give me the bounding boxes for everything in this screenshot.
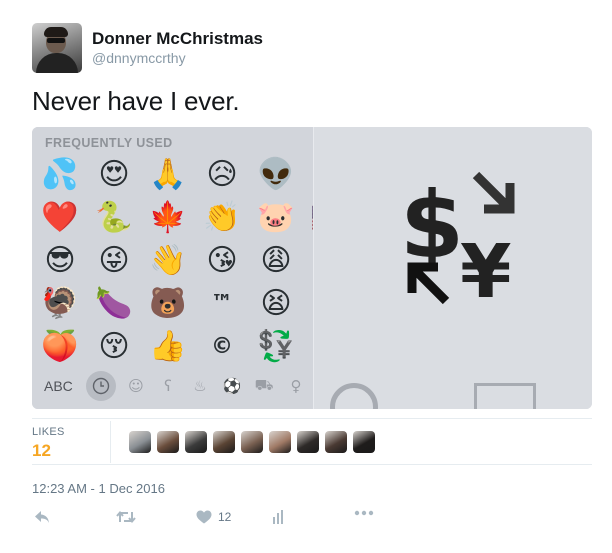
emoji-key: 🍆 xyxy=(95,286,133,321)
analytics-button[interactable] xyxy=(272,510,286,524)
emoji-key: ™ xyxy=(211,291,233,316)
zoomed-emoji-panel: $ ¥ xyxy=(313,127,592,409)
likes-count[interactable]: 12 xyxy=(32,441,51,461)
reply-button[interactable] xyxy=(34,510,50,524)
emoji-key: 🐍 xyxy=(95,200,133,235)
emoji-key: 😫 xyxy=(260,286,292,321)
liker-avatar[interactable] xyxy=(269,431,291,453)
avatar[interactable] xyxy=(32,23,82,73)
emoji-key: 😩 xyxy=(260,243,292,278)
clock-icon xyxy=(86,371,116,401)
user-names: Donner McChristmas @dnnymccrthy xyxy=(92,29,263,67)
likes-label[interactable]: LIKES xyxy=(32,426,65,438)
emoji-key: 🙏 xyxy=(149,157,187,192)
emoji-key: 🍁 xyxy=(149,200,187,235)
liker-avatar[interactable] xyxy=(157,431,179,453)
emoji-key: 😥 xyxy=(206,157,238,192)
bulb-icon: ♀ xyxy=(290,377,302,395)
user-handle[interactable]: @dnnymccrthy xyxy=(92,49,263,67)
emoji-key: 💦 xyxy=(41,157,79,192)
emoji-key: 😜 xyxy=(98,243,130,278)
liker-avatar[interactable] xyxy=(297,431,319,453)
divider xyxy=(32,418,592,419)
liker-avatar[interactable] xyxy=(213,431,235,453)
tweet-header: Donner McChristmas @dnnymccrthy xyxy=(32,22,263,74)
liker-avatar[interactable] xyxy=(353,431,375,453)
retweet-button[interactable] xyxy=(116,510,136,524)
liker-avatar[interactable] xyxy=(241,431,263,453)
stats-divider xyxy=(110,421,111,463)
liker-avatar[interactable] xyxy=(325,431,347,453)
tweet-actions: 12 xyxy=(32,506,592,536)
building-icon xyxy=(474,383,536,409)
emoji-key: 🐻 xyxy=(149,286,187,321)
smiley-icon: ☺ xyxy=(128,377,144,395)
emoji-key: 😘 xyxy=(206,243,238,278)
analytics-icon xyxy=(273,510,283,524)
tweet-media[interactable]: FREQUENTLY USED 💦😍🙏😥👽😛❤️🐍🍁👏🐷🇺🇸😎😜👋😘😩🚬🦃🍆🐻™… xyxy=(32,127,592,409)
more-icon xyxy=(354,510,374,516)
heart-icon xyxy=(196,510,212,524)
liker-avatars xyxy=(129,431,381,453)
svg-text:¥: ¥ xyxy=(460,229,512,309)
emoji-key: 🦃 xyxy=(41,286,79,321)
emoji-key: 👋 xyxy=(149,243,187,278)
emoji-key: 💱 xyxy=(257,329,295,364)
tweet-text: Never have I ever. xyxy=(32,86,240,116)
liker-avatar[interactable] xyxy=(129,431,151,453)
emoji-key: 👍 xyxy=(149,329,187,364)
emoji-keyboard: FREQUENTLY USED 💦😍🙏😥👽😛❤️🐍🍁👏🐷🇺🇸😎😜👋😘😩🚬🦃🍆🐻™… xyxy=(32,127,349,409)
currency-exchange-icon: $ ¥ xyxy=(400,171,515,309)
emoji-key: 😎 xyxy=(44,243,76,278)
display-name[interactable]: Donner McChristmas xyxy=(92,29,263,49)
like-button[interactable]: 12 xyxy=(196,510,231,524)
emoji-key: © xyxy=(211,334,233,359)
emoji-key: 😚 xyxy=(98,329,130,364)
emoji-key: 👏 xyxy=(203,200,241,235)
divider xyxy=(32,464,592,465)
emoji-key: 😍 xyxy=(98,157,130,192)
ball-icon: ⚽ xyxy=(222,377,242,395)
keyboard-section-title: FREQUENTLY USED xyxy=(45,136,173,150)
emoji-key: 👽 xyxy=(257,157,295,192)
liker-avatar[interactable] xyxy=(185,431,207,453)
emoji-key: 🍑 xyxy=(41,329,79,364)
bear-icon: ʕ xyxy=(164,377,172,395)
food-icon: ♨ xyxy=(193,377,207,395)
keyboard-bottom-bar: ABC ☺ ʕ ♨ ⚽ ⛟ ♀ xyxy=(32,363,313,409)
like-count: 12 xyxy=(218,510,232,524)
more-button[interactable] xyxy=(354,510,374,516)
reply-icon xyxy=(35,511,49,523)
emoji-key: 🐷 xyxy=(257,200,295,235)
retweet-icon xyxy=(116,510,136,524)
emoji-key: ❤️ xyxy=(41,200,79,235)
ball-icon xyxy=(330,383,378,409)
tweet-timestamp[interactable]: 12:23 AM - 1 Dec 2016 xyxy=(32,481,165,496)
car-icon: ⛟ xyxy=(254,376,274,394)
abc-key: ABC xyxy=(44,378,73,394)
